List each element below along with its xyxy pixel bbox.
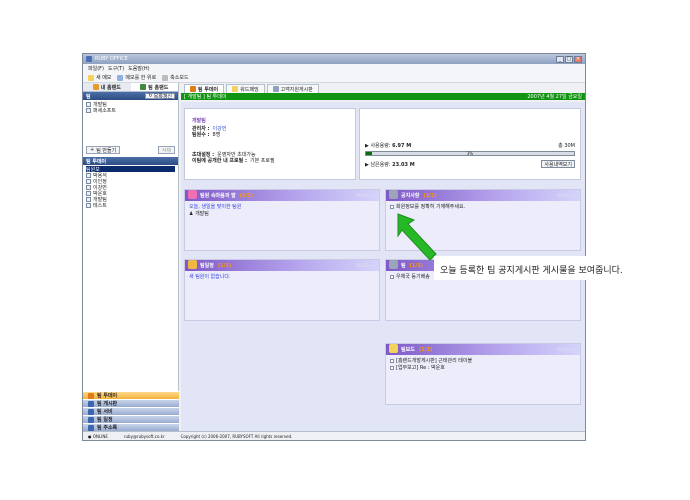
more-link[interactable]: MORE>> [356, 193, 375, 198]
user-icon [86, 178, 91, 184]
group-icon [86, 101, 91, 107]
group-icon [86, 107, 91, 113]
nav-buttons: 팀 투데이 팀 게시판 팀 서비 팀 일정 팀 주소록 [83, 391, 179, 431]
status-icon: ● [88, 433, 92, 439]
notice-item[interactable]: 회원정보를 정확히 기재해주세요. [390, 204, 576, 211]
team-name: 개발팀 [192, 118, 206, 124]
nav-team-addressbook[interactable]: 팀 주소록 [83, 423, 179, 431]
delete-team-button[interactable]: 삭제 [157, 146, 175, 154]
play-icon: ▶ [365, 143, 369, 149]
today-section-header: 팀 투데이 [83, 157, 178, 165]
tab-team-today[interactable]: 팀 투데이 [184, 84, 225, 93]
team-list: 개발팀 퍼세소프트 [83, 100, 178, 144]
more-link[interactable]: MORE>> [557, 347, 576, 352]
plus-icon: + [90, 147, 95, 153]
tab-wordpad[interactable]: 워드패밍 [226, 84, 265, 93]
main-tabs: 팀 투데이 워드패밍 고객지원게시판 [181, 83, 585, 93]
board-item[interactable]: [홈랜드개발게시판] 근태관리 테이블 [390, 358, 576, 365]
up-icon [117, 74, 124, 81]
checkbox-icon [390, 274, 394, 279]
schedule-box: 팀일정 (1/1) MORE>> 새 팀원이 없습니다. [184, 259, 380, 321]
play-icon: ▶ [365, 161, 369, 168]
more-link[interactable]: MORE>> [557, 193, 576, 198]
team-icon [140, 84, 147, 90]
page-header-bar: [ 개발팀 ] 팀 투데이 2007년 4월 27일 금요일 [181, 93, 585, 100]
user-icon [86, 184, 91, 190]
close-button[interactable]: × [574, 55, 582, 63]
user-icon [86, 172, 91, 178]
nav-team-today[interactable]: 팀 투데이 [83, 391, 179, 399]
folder-icon [232, 86, 239, 92]
window-title: RUBY OFFICE [95, 56, 128, 62]
member-item[interactable]: 테스트 [86, 202, 175, 209]
service-icon [88, 408, 94, 415]
team-section-header: 팀 ↻ 목록갱신 [83, 92, 178, 100]
home-icon [92, 84, 99, 90]
checkbox-icon [390, 204, 394, 209]
memo-icon [88, 74, 94, 81]
toolbar: 새 메모 메모를 한 위로 축소모드 [83, 73, 585, 83]
notice-icon [389, 189, 398, 199]
usage-bar: 3% [365, 151, 575, 156]
member-list: 팀원보 박용석 이인정 이강번 박운호 개발팀 테스트 [83, 165, 178, 209]
schedule-icon [188, 259, 197, 269]
tab-team-homeland[interactable]: 팀 홈랜드 [130, 83, 178, 91]
compact-mode-button[interactable]: 축소모드 [162, 74, 189, 81]
heart-icon [188, 189, 197, 199]
menu-tools[interactable]: 도구(T) [108, 65, 124, 72]
calendar-icon [88, 416, 94, 423]
shrink-icon [162, 74, 169, 81]
new-memo-button[interactable]: 새 메모 [88, 74, 111, 81]
refresh-icon: ↻ [148, 93, 153, 99]
title-bar[interactable]: RUBY OFFICE _ □ × [83, 54, 585, 64]
team-item[interactable]: 퍼세소프트 [86, 107, 175, 114]
refresh-list-button[interactable]: ↻ 목록갱신 [145, 93, 175, 100]
app-window: RUBY OFFICE _ □ × 파일(F) 도구(T) 도움말(H) 새 메… [82, 53, 586, 441]
storage-usage-panel: ▶ 사용용량: 6.97 M 총 30M 3% ▶ 남은용량: 23.03 M … [359, 108, 581, 180]
tab-customer-board[interactable]: 고객지원게시판 [266, 84, 319, 93]
nav-team-board[interactable]: 팀 게시판 [83, 399, 179, 407]
status-bar: ● ONLINE ruby@rubysoft.co.kr Copyright (… [83, 431, 585, 440]
annotation-arrow-icon [397, 213, 437, 261]
today-icon [190, 86, 196, 92]
usage-history-button[interactable]: 사용내역보기 [541, 160, 575, 168]
board-box: 팀보드 (1/3) MORE>> [홈랜드개발게시판] 근태관리 테이블 [업무보고… [385, 343, 581, 405]
annotation-text: 오늘 등록한 팀 공지게시판 게시물을 보여줍니다. [440, 266, 623, 276]
tab-my-homeland[interactable]: 내 홈랜드 [83, 83, 131, 91]
memo-up-button[interactable]: 메모를 한 위로 [117, 74, 156, 81]
profile-setting: 기본 프로필 [249, 158, 275, 164]
menu-bar: 파일(F) 도구(T) 도움말(H) [83, 64, 585, 73]
copyright: Copyright (c) 2006-2007, RUBYSOFT All ri… [180, 433, 293, 439]
user-icon [86, 190, 91, 196]
total-capacity: 총 30M [558, 143, 575, 149]
user-icon [86, 196, 91, 202]
maximize-button[interactable]: □ [565, 55, 573, 63]
greeting-box: 팀원 속마음과 말 (1/1) MORE>> 오늘, 생일을 맞이한 팀원 ♟ 개발… [184, 189, 380, 251]
app-icon [86, 56, 92, 62]
checkbox-icon [390, 365, 394, 370]
board-icon [389, 343, 398, 353]
user-icon [86, 202, 91, 208]
menu-file[interactable]: 파일(F) [88, 65, 104, 72]
left-pane: 내 홈랜드 팀 홈랜드 팀 ↻ 목록갱신 개발팀 퍼세소프트 + 팀 만들기 삭제 … [83, 83, 179, 440]
menu-help[interactable]: 도움말(H) [128, 65, 149, 72]
checkbox-icon [390, 358, 394, 363]
user-email: ruby@rubysoft.co.kr [123, 433, 165, 439]
member-count: 8명 [212, 132, 221, 138]
minimize-button[interactable]: _ [556, 55, 564, 63]
nav-team-schedule[interactable]: 팀 일정 [83, 415, 179, 423]
online-status: ● ONLINE [88, 433, 108, 439]
team-info-panel: 개발팀 관리자 : 이강번 팀원수 :8명 초대설정 : 운영자만 초대가능 이팀에… [184, 108, 356, 180]
create-team-button[interactable]: + 팀 만들기 [86, 146, 121, 154]
addressbook-icon [88, 424, 94, 431]
board-icon [272, 86, 279, 92]
current-date: 2007년 4월 27일 금요일 [527, 94, 582, 100]
user-icon: ♟ [189, 211, 194, 217]
board-icon [88, 400, 94, 407]
today-icon [88, 392, 94, 399]
more-link[interactable]: MORE>> [356, 263, 375, 268]
nav-team-service[interactable]: 팀 서비 [83, 407, 179, 415]
page-title: [ 개발팀 ] 팀 투데이 [184, 94, 227, 100]
board-item[interactable]: [업무보고] Re : 박운호 [390, 365, 576, 372]
